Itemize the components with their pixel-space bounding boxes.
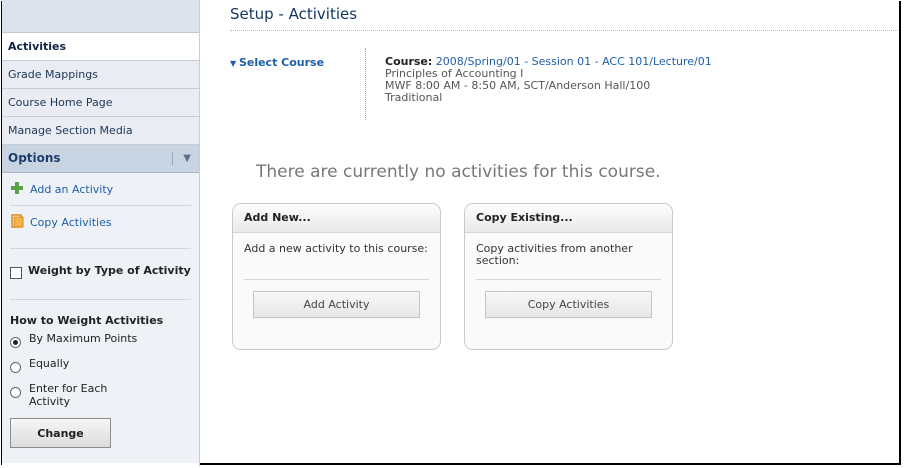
copy-activities-label: Copy Activities	[30, 215, 112, 229]
copy-icon	[10, 213, 24, 231]
weight-by-type-label: Weight by Type of Activity	[28, 264, 191, 277]
sidebar-item-manage-section-media[interactable]: Manage Section Media	[2, 117, 199, 145]
sidebar-header	[2, 0, 199, 33]
sidebar-item-activities[interactable]: Activities	[2, 33, 199, 61]
options-title: Options	[8, 151, 61, 165]
change-button[interactable]: Change	[10, 418, 111, 448]
copy-activities-button[interactable]: Copy Activities	[485, 291, 652, 318]
empty-message: There are currently no activities for th…	[256, 162, 661, 182]
copy-existing-title: Copy Existing...	[465, 204, 672, 233]
add-new-card: Add New... Add a new activity to this co…	[232, 203, 441, 350]
radio-by-maximum-points[interactable]	[10, 337, 21, 348]
page-title: Setup - Activities	[230, 5, 358, 23]
title-divider	[230, 30, 898, 31]
course-divider	[365, 48, 366, 120]
copy-existing-card: Copy Existing... Copy activities from an…	[464, 203, 673, 350]
plus-icon	[10, 181, 24, 198]
radio-enter-for-each-activity[interactable]	[10, 387, 21, 398]
add-new-text: Add a new activity to this course:	[244, 242, 428, 255]
how-to-weight-title: How to Weight Activities	[10, 314, 164, 327]
course-type: Traditional	[385, 91, 443, 104]
radio-equally-row[interactable]: Equally	[10, 357, 191, 373]
course-info: Course: 2008/Spring/01 - Session 01 - AC…	[385, 56, 712, 104]
select-course-toggle[interactable]: ▼ Select Course	[230, 56, 324, 69]
weight-by-type-checkbox-row[interactable]: Weight by Type of Activity	[10, 249, 191, 300]
radio-equally[interactable]	[10, 362, 21, 373]
weight-by-type-checkbox[interactable]	[10, 267, 22, 279]
select-course-label: Select Course	[238, 56, 325, 69]
radio-enter-for-each-activity-label: Enter for Each Activity	[29, 382, 108, 408]
triangle-down-icon: ▼	[230, 59, 239, 68]
copy-existing-text: Copy activities from another section:	[476, 242, 633, 267]
radio-by-maximum-points-row[interactable]: By Maximum Points	[10, 332, 191, 348]
sidebar-item-grade-mappings[interactable]: Grade Mappings	[2, 61, 199, 89]
options-panel: Add an Activity Copy Activities Weight b…	[2, 173, 199, 463]
radio-by-maximum-points-label: By Maximum Points	[29, 332, 138, 345]
add-activity-label: Add an Activity	[30, 182, 114, 196]
chevron-down-icon[interactable]: ▼	[183, 145, 191, 172]
main-content: Setup - Activities ▼ Select Course Cours…	[230, 0, 906, 350]
copy-activities-link[interactable]: Copy Activities	[10, 206, 191, 238]
card-divider	[476, 279, 661, 280]
card-divider	[244, 279, 429, 280]
radio-equally-label: Equally	[29, 357, 70, 370]
sidebar-item-course-home-page[interactable]: Course Home Page	[2, 89, 199, 117]
options-header[interactable]: Options ▼	[2, 145, 199, 173]
add-activity-button[interactable]: Add Activity	[253, 291, 420, 318]
sidebar: Activities Grade Mappings Course Home Pa…	[2, 0, 200, 466]
options-divider	[172, 152, 173, 165]
add-activity-link[interactable]: Add an Activity	[10, 173, 191, 206]
add-new-title: Add New...	[233, 204, 440, 233]
radio-enter-each-row[interactable]: Enter for Each Activity	[10, 382, 120, 408]
